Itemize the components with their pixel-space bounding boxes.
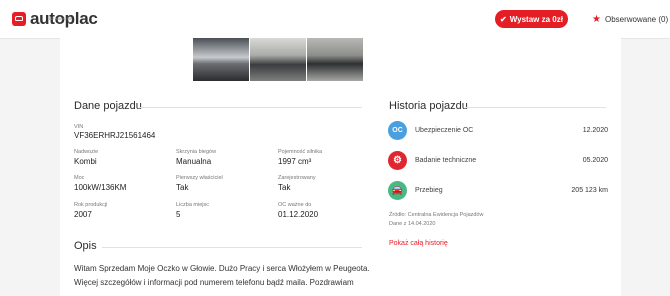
top-header: autoplac BY YANOSIK ✔ Wystaw za 0zł ★ Ob… bbox=[0, 0, 670, 39]
history-date: Dane z 14.04.2020 bbox=[389, 221, 436, 227]
history-row-mileage: 🚘 Przebieg 205 123 km bbox=[388, 181, 608, 201]
history-label: Badanie techniczne bbox=[415, 157, 477, 164]
photo-thumbnail[interactable] bbox=[250, 38, 306, 81]
field-value: 1997 cm³ bbox=[278, 157, 312, 166]
history-label: Przebieg bbox=[415, 187, 443, 194]
description-text: Witam Sprzedam Moje Oczko w Głowie. Dużo… bbox=[74, 264, 370, 287]
field-value: 01.12.2020 bbox=[278, 210, 319, 219]
field-label: OC ważne do bbox=[278, 202, 312, 208]
field-label: Liczba miejsc bbox=[176, 202, 210, 208]
brand-subtitle: BY YANOSIK bbox=[49, 16, 73, 21]
history-value: 12.2020 bbox=[582, 127, 608, 134]
field-value: Tak bbox=[176, 183, 189, 192]
field-label: Moc bbox=[74, 175, 85, 181]
history-value: 05.2020 bbox=[582, 157, 608, 164]
vin-label: VIN bbox=[74, 124, 84, 130]
field-label: Pojemność silnika bbox=[278, 149, 323, 155]
field-value: Manualna bbox=[176, 157, 212, 166]
sell-button[interactable]: ✔ Wystaw za 0zł bbox=[495, 10, 568, 28]
history-value: 205 123 km bbox=[571, 187, 608, 194]
vin-value: VF36ERHRJ21561464 bbox=[74, 131, 156, 140]
field-label: Zarejestrowany bbox=[278, 175, 316, 181]
divider bbox=[102, 247, 362, 248]
field-value: 100kW/136KM bbox=[74, 183, 127, 192]
divider bbox=[466, 107, 606, 108]
vehicle-section-title: Dane pojazdu bbox=[74, 100, 142, 112]
description-section-title: Opis bbox=[74, 240, 97, 252]
history-row-insurance: OC Ubezpieczenie OC 12.2020 bbox=[388, 121, 608, 141]
history-row-inspection: ⚙ Badanie techniczne 05.2020 bbox=[388, 151, 608, 171]
photo-thumbnails bbox=[193, 38, 364, 81]
star-icon: ★ bbox=[592, 14, 601, 25]
checkmark-icon: ✔ bbox=[500, 14, 507, 24]
car-logo-icon bbox=[12, 12, 26, 26]
field-value: 5 bbox=[176, 210, 181, 219]
photo-thumbnail[interactable] bbox=[307, 38, 363, 81]
history-section-title: Historia pojazdu bbox=[389, 100, 468, 112]
photo-thumbnail[interactable] bbox=[193, 38, 249, 81]
field-label: Skrzynia biegów bbox=[176, 149, 217, 155]
sell-button-label: Wystaw za 0zł bbox=[509, 14, 563, 24]
field-value: Kombi bbox=[74, 157, 97, 166]
gear-icon: ⚙ bbox=[388, 151, 407, 170]
field-label: Rok produkcji bbox=[74, 202, 108, 208]
field-label: Pierwszy właściciel bbox=[176, 175, 223, 181]
history-label: Ubezpieczenie OC bbox=[415, 127, 474, 134]
show-full-history-link[interactable]: Pokaż całą historię bbox=[389, 240, 448, 247]
field-label: Nadwozie bbox=[74, 149, 99, 155]
field-value: 2007 bbox=[74, 210, 92, 219]
history-source: Źródło: Centralna Ewidencja Pojazdów bbox=[389, 212, 484, 218]
car-icon: 🚘 bbox=[388, 181, 407, 200]
field-value: Tak bbox=[278, 183, 291, 192]
insurance-icon: OC bbox=[388, 121, 407, 140]
observed-link[interactable]: ★ Obserwowane (0) bbox=[592, 14, 668, 25]
observed-label: Obserwowane (0) bbox=[604, 15, 669, 24]
divider bbox=[140, 107, 362, 108]
